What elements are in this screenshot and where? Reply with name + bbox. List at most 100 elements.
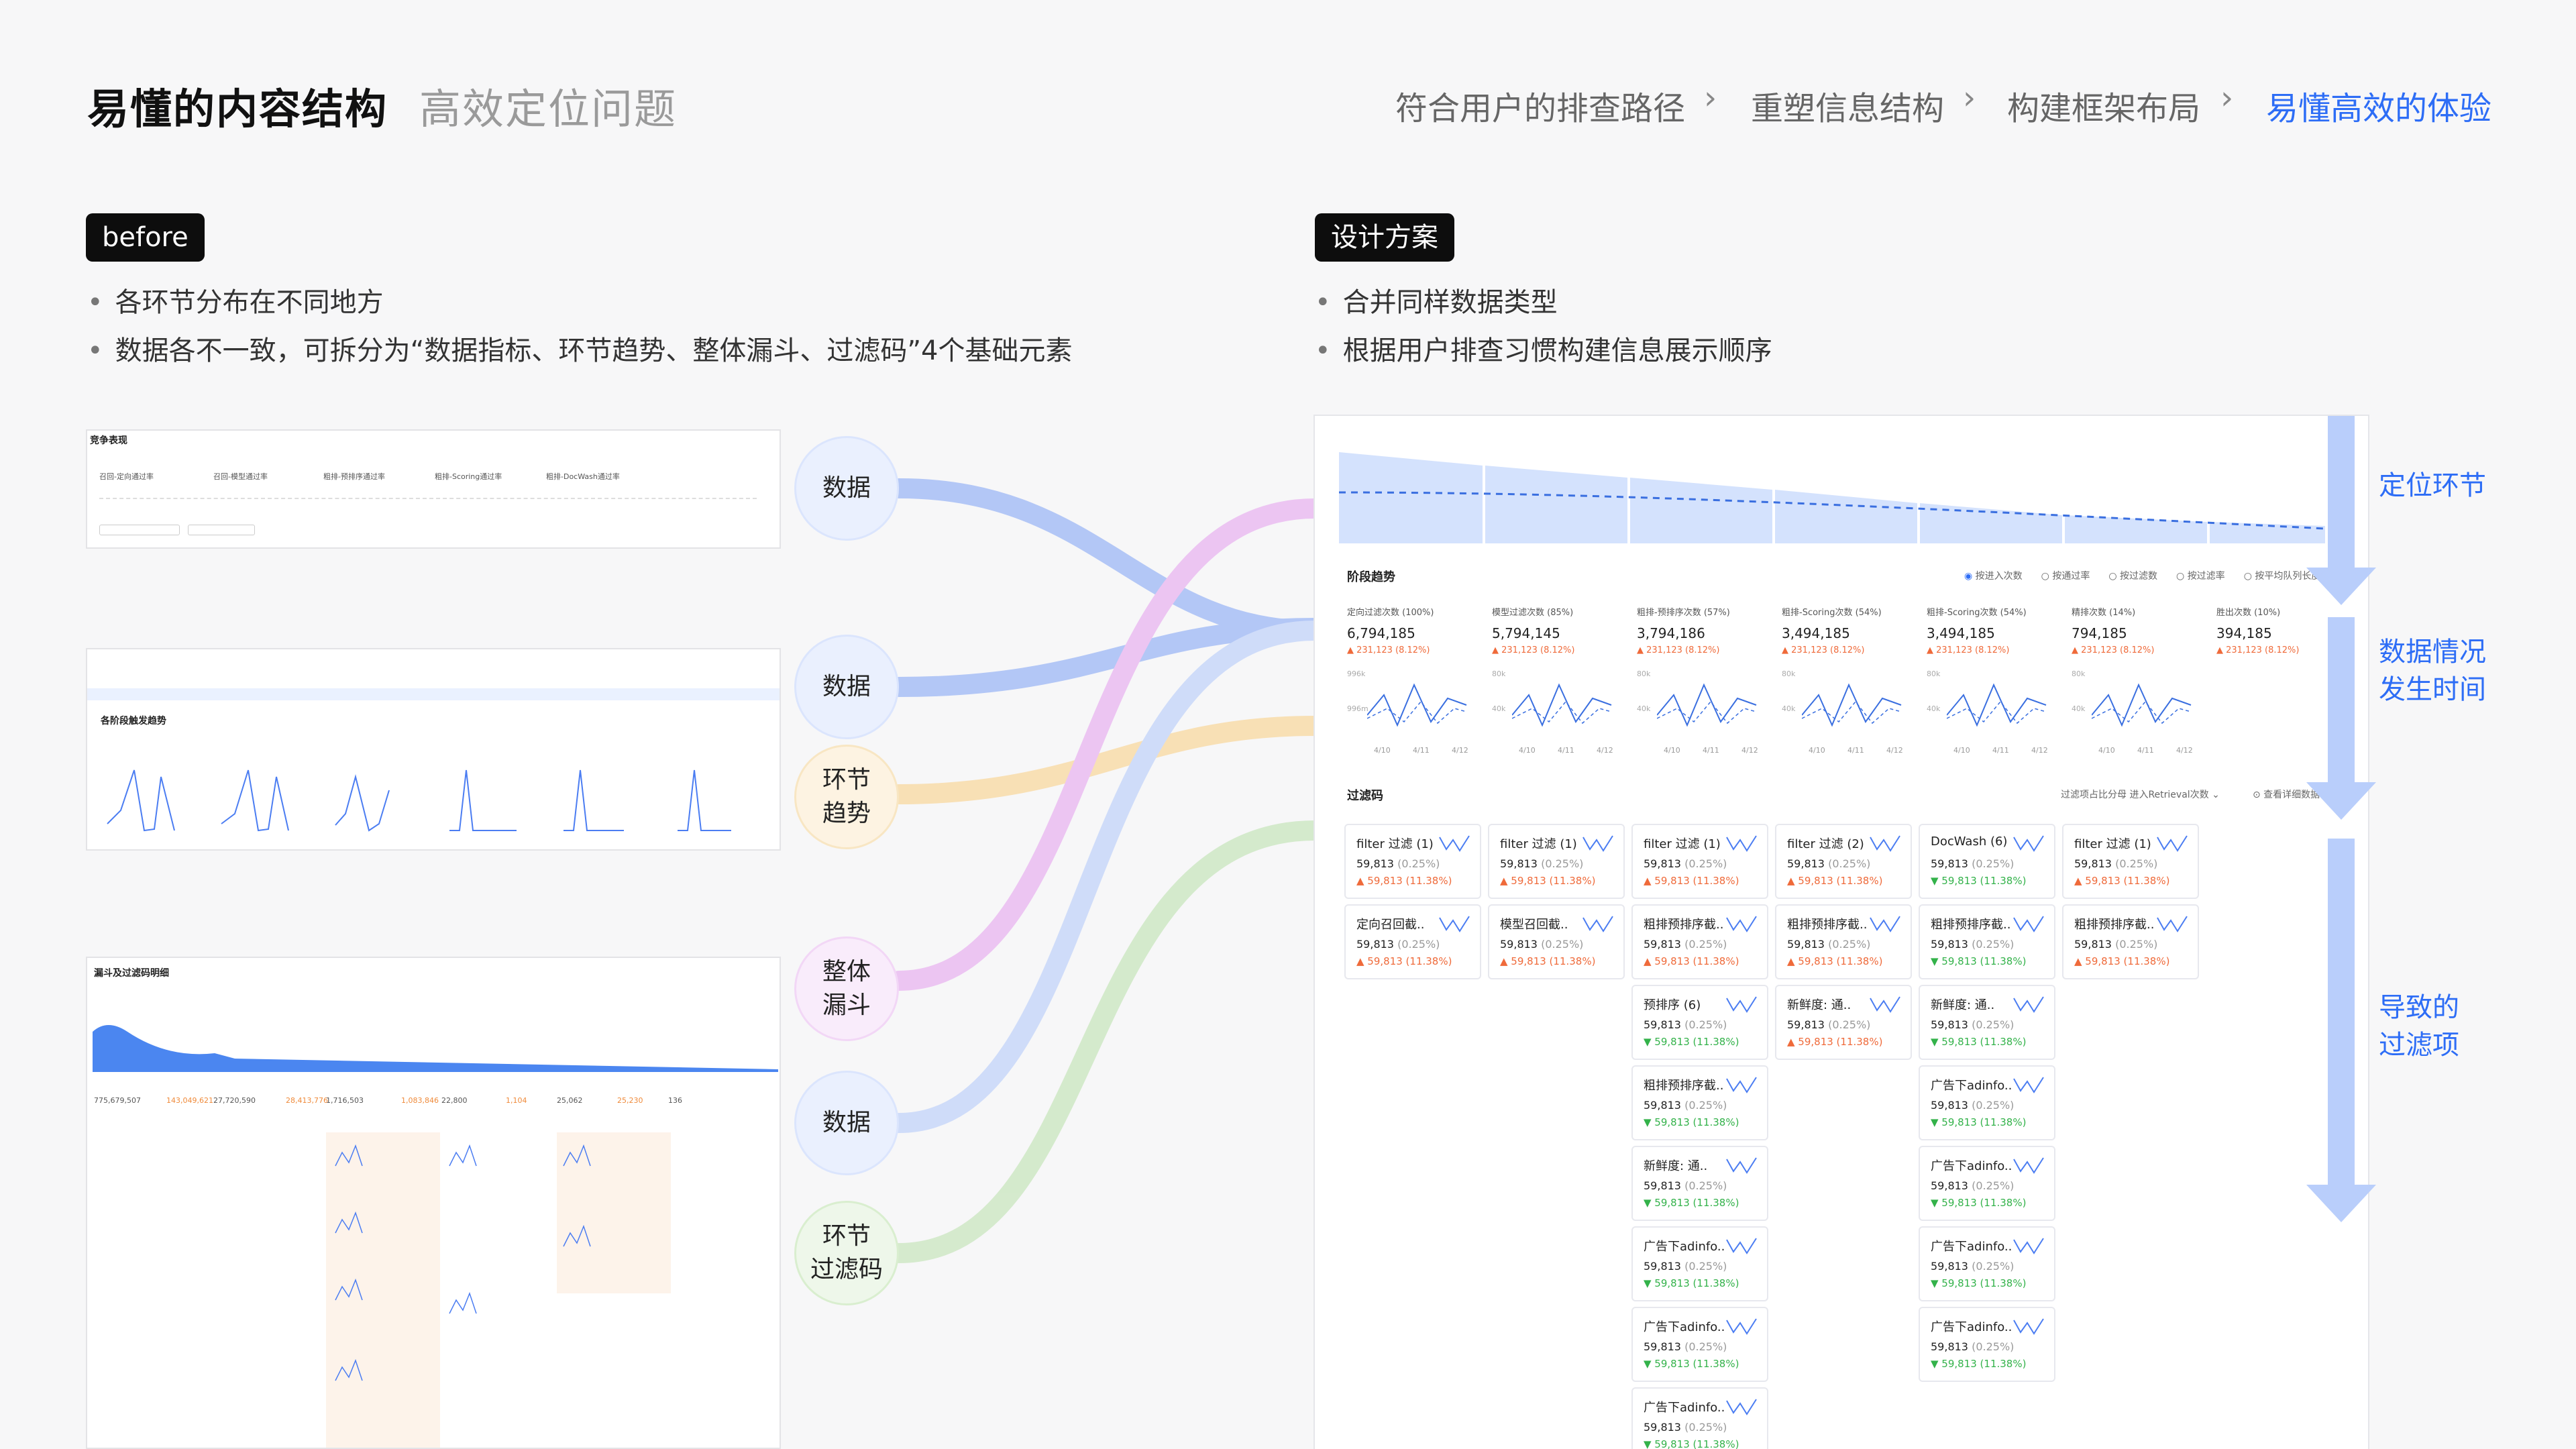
stage-value: 3,494,185 bbox=[1927, 625, 1995, 641]
stage-value: 394,185 bbox=[2216, 625, 2272, 641]
filter-denominator-select[interactable]: 过滤项占比分母 进入Retrieval次数 ⌄ bbox=[2061, 788, 2220, 801]
trend-option-pass-rate[interactable]: ○ 按通过率 bbox=[2041, 569, 2090, 582]
trend-sparkline-icon bbox=[2013, 1318, 2044, 1335]
right-label-locate: 定位环节 bbox=[2379, 470, 2486, 501]
trend-sparkline-icon bbox=[1726, 1238, 1757, 1254]
date-tick: 4/12 bbox=[2176, 746, 2193, 755]
filter-title: 过滤码 bbox=[1347, 789, 1383, 803]
trend-options: ◉ 按进入次数 ○ 按通过率 ○ 按过滤数 ○ 按过滤率 ○ 按平均队列长度 bbox=[1964, 569, 2320, 582]
label-circle-funnel: 整体 漏斗 bbox=[794, 936, 899, 1041]
stage-delta: ▲ 231,123 (8.12%) bbox=[1782, 645, 1865, 655]
stage-name: 定向过滤次数 (100%) bbox=[1347, 608, 1434, 618]
filter-card[interactable]: 广告下adinfo.. 59,813 (0.25%) ▼ 59,813 (11.… bbox=[1919, 1146, 2055, 1221]
stage-sparkline bbox=[1947, 683, 2047, 727]
stage-axis-mid: 40k bbox=[1782, 704, 1796, 713]
trend-sparkline-icon bbox=[2157, 916, 2188, 932]
date-tick: 4/12 bbox=[1886, 746, 1903, 755]
stage-axis-mid: 40k bbox=[1637, 704, 1651, 713]
trend-sparkline-icon bbox=[2013, 1077, 2044, 1093]
label-circle-data-1: 数据 bbox=[794, 436, 899, 541]
date-tick: 4/11 bbox=[1992, 746, 2009, 755]
stage-name: 粗排-Scoring次数 (54%) bbox=[1927, 608, 2027, 618]
stage-axis-mid: 40k bbox=[1492, 704, 1506, 713]
trend-sparkline-icon bbox=[2013, 1238, 2044, 1254]
stage-sparkline bbox=[1802, 683, 1902, 727]
stage-value: 5,794,145 bbox=[1492, 625, 1560, 641]
stage-axis-top: 80k bbox=[2072, 669, 2086, 678]
filter-card[interactable]: filter 过滤 (1) 59,813 (0.25%) ▲ 59,813 (1… bbox=[1344, 824, 1481, 899]
filter-card[interactable]: 定向召回截.. 59,813 (0.25%) ▲ 59,813 (11.38%) bbox=[1344, 904, 1481, 979]
right-label-filter: 导致的 过滤项 bbox=[2379, 992, 2459, 1061]
trend-sparkline-icon bbox=[2013, 996, 2044, 1013]
stage-value: 3,794,186 bbox=[1637, 625, 1705, 641]
stage-axis-top: 80k bbox=[1637, 669, 1651, 678]
filter-card[interactable]: filter 过滤 (1) 59,813 (0.25%) ▲ 59,813 (1… bbox=[1631, 824, 1768, 899]
filter-card[interactable]: filter 过滤 (1) 59,813 (0.25%) ▲ 59,813 (1… bbox=[1488, 824, 1625, 899]
trend-sparkline-icon bbox=[1439, 835, 1470, 852]
filter-card[interactable]: 广告下adinfo.. 59,813 (0.25%) ▼ 59,813 (11.… bbox=[1919, 1307, 2055, 1382]
filter-card[interactable]: 广告下adinfo.. 59,813 (0.25%) ▼ 59,813 (11.… bbox=[1631, 1387, 1768, 1449]
trend-sparkline-icon bbox=[1439, 916, 1470, 932]
filter-card[interactable]: 粗排预排序截.. 59,813 (0.25%) ▲ 59,813 (11.38%… bbox=[2062, 904, 2199, 979]
stage-sparkline bbox=[1512, 683, 1612, 727]
trend-option-filter-count[interactable]: ○ 按过滤数 bbox=[2108, 569, 2157, 582]
stage-axis-top: 80k bbox=[1492, 669, 1506, 678]
trend-sparkline-icon bbox=[1726, 1399, 1757, 1415]
date-tick: 4/10 bbox=[1519, 746, 1536, 755]
filter-card[interactable]: 粗排预排序截.. 59,813 (0.25%) ▼ 59,813 (11.38%… bbox=[1919, 904, 2055, 979]
stage-value: 3,494,185 bbox=[1782, 625, 1850, 641]
right-label-time: 数据情况 发生时间 bbox=[2379, 637, 2486, 705]
stage-name: 精排次数 (14%) bbox=[2072, 608, 2136, 618]
stage-delta: ▲ 231,123 (8.12%) bbox=[1492, 645, 1575, 655]
trend-sparkline-icon bbox=[1726, 1077, 1757, 1093]
filter-card[interactable]: 粗排预排序截.. 59,813 (0.25%) ▲ 59,813 (11.38%… bbox=[1631, 904, 1768, 979]
date-tick: 4/11 bbox=[1847, 746, 1864, 755]
trend-sparkline-icon bbox=[1726, 1157, 1757, 1174]
trend-sparkline-icon bbox=[1582, 835, 1613, 852]
filter-card[interactable]: 新鲜度: 通.. 59,813 (0.25%) ▼ 59,813 (11.38%… bbox=[1631, 1146, 1768, 1221]
stage-name: 胜出次数 (10%) bbox=[2216, 608, 2281, 618]
filter-card[interactable]: 新鲜度: 通.. 59,813 (0.25%) ▼ 59,813 (11.38%… bbox=[1919, 985, 2055, 1060]
label-circle-data-2: 数据 bbox=[794, 635, 899, 739]
filter-card[interactable]: DocWash (6) 59,813 (0.25%) ▼ 59,813 (11.… bbox=[1919, 824, 2055, 899]
filter-card[interactable]: 广告下adinfo.. 59,813 (0.25%) ▼ 59,813 (11.… bbox=[1919, 1226, 2055, 1301]
trend-sparkline-icon bbox=[2157, 835, 2188, 852]
date-tick: 4/12 bbox=[1741, 746, 1758, 755]
stage-delta: ▲ 231,123 (8.12%) bbox=[1637, 645, 1720, 655]
stage-delta: ▲ 231,123 (8.12%) bbox=[2072, 645, 2155, 655]
stage-delta: ▲ 231,123 (8.12%) bbox=[2216, 645, 2300, 655]
filter-card[interactable]: 广告下adinfo.. 59,813 (0.25%) ▼ 59,813 (11.… bbox=[1631, 1226, 1768, 1301]
filter-card[interactable]: filter 过滤 (1) 59,813 (0.25%) ▲ 59,813 (1… bbox=[2062, 824, 2199, 899]
trend-sparkline-icon bbox=[1582, 916, 1613, 932]
date-tick: 4/10 bbox=[1953, 746, 1970, 755]
design-panel: 阶段趋势 ◉ 按进入次数 ○ 按通过率 ○ 按过滤数 ○ 按过滤率 ○ 按平均队… bbox=[1313, 415, 2369, 1449]
filter-card[interactable]: 广告下adinfo.. 59,813 (0.25%) ▼ 59,813 (11.… bbox=[1919, 1065, 2055, 1140]
filter-card[interactable]: 粗排预排序截.. 59,813 (0.25%) ▲ 59,813 (11.38%… bbox=[1775, 904, 1912, 979]
stage-axis-top: 80k bbox=[1782, 669, 1796, 678]
trend-sparkline-icon bbox=[2013, 916, 2044, 932]
filter-card[interactable]: filter 过滤 (2) 59,813 (0.25%) ▲ 59,813 (1… bbox=[1775, 824, 1912, 899]
filter-card[interactable]: 新鲜度: 通.. 59,813 (0.25%) ▲ 59,813 (11.38%… bbox=[1775, 985, 1912, 1060]
stage-delta: ▲ 231,123 (8.12%) bbox=[1927, 645, 2010, 655]
stage-sparkline bbox=[2092, 683, 2192, 727]
date-tick: 4/12 bbox=[1452, 746, 1468, 755]
filter-card[interactable]: 广告下adinfo.. 59,813 (0.25%) ▼ 59,813 (11.… bbox=[1631, 1307, 1768, 1382]
funnel-chart bbox=[1339, 452, 2325, 543]
filter-card[interactable]: 预排序 (6) 59,813 (0.25%) ▼ 59,813 (11.38%) bbox=[1631, 985, 1768, 1060]
trend-sparkline-icon bbox=[1726, 916, 1757, 932]
stage-delta: ▲ 231,123 (8.12%) bbox=[1347, 645, 1430, 655]
trend-option-filter-rate[interactable]: ○ 按过滤率 bbox=[2176, 569, 2225, 582]
label-circle-filter: 环节 过滤码 bbox=[794, 1201, 899, 1305]
trend-sparkline-icon bbox=[1870, 835, 1900, 852]
date-tick: 4/12 bbox=[1597, 746, 1613, 755]
date-tick: 4/11 bbox=[1703, 746, 1719, 755]
stage-name: 粗排-Scoring次数 (54%) bbox=[1782, 608, 1882, 618]
date-tick: 4/10 bbox=[1809, 746, 1825, 755]
stage-value: 6,794,185 bbox=[1347, 625, 1415, 641]
trend-title: 阶段趋势 bbox=[1347, 570, 1395, 584]
trend-option-entries[interactable]: ◉ 按进入次数 bbox=[1964, 569, 2023, 582]
filter-card[interactable]: 模型召回截.. 59,813 (0.25%) ▲ 59,813 (11.38%) bbox=[1488, 904, 1625, 979]
filter-card[interactable]: 粗排预排序截.. 59,813 (0.25%) ▼ 59,813 (11.38%… bbox=[1631, 1065, 1768, 1140]
stage-name: 模型过滤次数 (85%) bbox=[1492, 608, 1574, 618]
stage-name: 粗排-预排序次数 (57%) bbox=[1637, 608, 1730, 618]
